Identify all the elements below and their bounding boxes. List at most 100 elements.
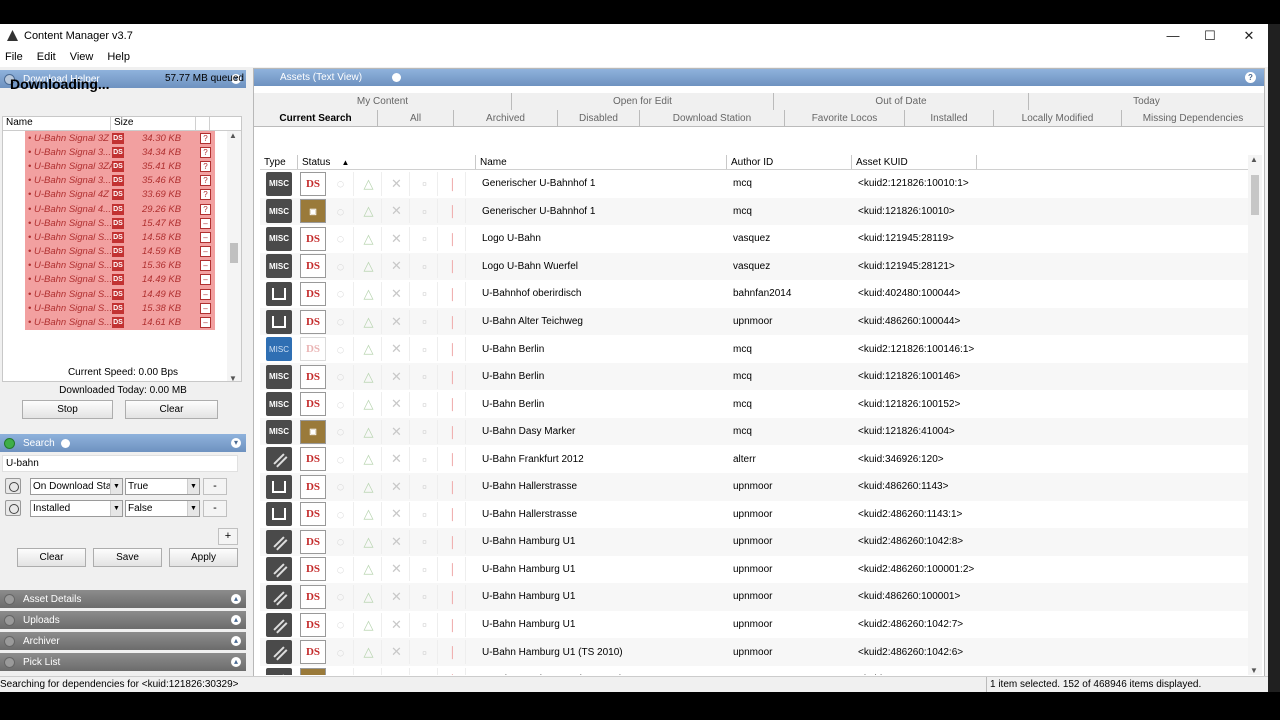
menu-help[interactable]: Help bbox=[107, 51, 130, 63]
tab-installed[interactable]: Installed bbox=[905, 110, 994, 126]
scroll-down-icon[interactable]: ▼ bbox=[1250, 666, 1258, 675]
minimize-button[interactable]: — bbox=[1154, 24, 1192, 47]
menu-view[interactable]: View bbox=[70, 51, 94, 63]
download-item[interactable]: • U-Bahn Signal S... DS 14.59 KB – bbox=[25, 244, 215, 259]
asset-name: U-Bahn Hallerstrasse bbox=[482, 481, 578, 493]
download-item[interactable]: • U-Bahn Signal 4... DS 29.26 KB? bbox=[25, 201, 215, 217]
clear-download-button[interactable]: Clear bbox=[125, 400, 218, 419]
remove-filter-button[interactable]: - bbox=[203, 500, 227, 517]
tab-download-station[interactable]: Download Station bbox=[640, 110, 785, 126]
tab-my-content[interactable]: My Content bbox=[254, 93, 512, 110]
asset-row[interactable]: DS ◌ △ ✕ ▫ ❘ U-Bahn Hamburg U1 upnmoor <kuid2:48… bbox=[260, 528, 1250, 556]
search-header[interactable]: Search ▾ bbox=[0, 434, 246, 452]
asset-row[interactable]: DS ◌ △ ✕ ▫ ❘ U-Bahnhof oberirdisch bahnfan2014 <… bbox=[260, 280, 1250, 308]
asset-row[interactable]: MISC DS ◌ △ ✕ ▫ ❘ Generischer U-Bahnhof 1 mcq <ku… bbox=[260, 170, 1250, 198]
uploads-header[interactable]: Uploads ▴ bbox=[0, 611, 246, 629]
apply-search-button[interactable]: Apply bbox=[169, 548, 238, 567]
asset-row[interactable]: DS ◌ △ ✕ ▫ ❘ U-Bahn Alter Teichweg upnmoor <kuid… bbox=[260, 307, 1250, 336]
expand-icon[interactable]: ▴ bbox=[231, 636, 241, 646]
download-item[interactable]: • U-Bahn Signal S... DS 14.61 KB – bbox=[25, 315, 215, 330]
save-search-button[interactable]: Save bbox=[93, 548, 162, 567]
filter-field-select[interactable]: Installed ▼ bbox=[30, 500, 123, 517]
expand-icon[interactable]: ▴ bbox=[231, 594, 241, 604]
tab-missing-dependencies[interactable]: Missing Dependencies bbox=[1122, 110, 1264, 126]
filter-field-select[interactable]: On Download Stati ▼ bbox=[30, 478, 123, 495]
asset-row[interactable]: DS ◌ △ ✕ ▫ ❘ U-Bahn Hamburg U1 upnmoor <kuid2:48… bbox=[260, 611, 1250, 639]
asset-row[interactable]: DS ◌ △ ✕ ▫ ❘ U-Bahn Hallerstrasse upnmoor <kuid:… bbox=[260, 473, 1250, 501]
filter-value-select[interactable]: False ▼ bbox=[125, 500, 200, 517]
help-icon[interactable]: ? bbox=[1245, 72, 1256, 83]
archiver-header[interactable]: Archiver ▴ bbox=[0, 632, 246, 650]
download-item[interactable]: • U-Bahn Signal S... DS 14.49 KB – bbox=[25, 272, 215, 288]
column-kuid[interactable]: Asset KUID bbox=[852, 155, 977, 169]
asset-row[interactable]: MISC DS ◌ △ ✕ ▫ ❘ U-Bahn Berlin mcq <kuid2:121826… bbox=[260, 335, 1250, 363]
filter-toggle-icon[interactable] bbox=[5, 478, 21, 494]
expand-icon[interactable]: ▴ bbox=[231, 657, 241, 667]
download-item-name: • U-Bahn Signal 4... bbox=[28, 203, 112, 215]
column-name[interactable]: Name bbox=[476, 155, 727, 169]
tab-disabled[interactable]: Disabled bbox=[558, 110, 640, 126]
download-queue-list[interactable]: Name Size • U-Bahn Signal 3Z DS 34.30 KB? •… bbox=[2, 116, 242, 382]
menu-file[interactable]: File bbox=[5, 51, 23, 63]
asset-row[interactable]: MISC DS ◌ △ ✕ ▫ ❘ U-Bahn Berlin mcq <kuid:121826:… bbox=[260, 362, 1250, 391]
scroll-up-icon[interactable]: ▲ bbox=[1250, 155, 1258, 164]
remove-filter-button[interactable]: - bbox=[203, 478, 227, 495]
asset-row[interactable]: MISC ▣ ◌ △ ✕ ▫ ❘ U-Bahn Dasy Marker mcq <kuid:121… bbox=[260, 417, 1250, 446]
clear-search-button[interactable]: Clear bbox=[17, 548, 86, 567]
download-item[interactable]: • U-Bahn Signal S... DS 15.47 KB – bbox=[25, 216, 215, 231]
asset-scrollbar[interactable]: ▲ ▼ bbox=[1248, 155, 1262, 675]
download-item[interactable]: • U-Bahn Signal S... DS 14.49 KB – bbox=[25, 287, 215, 302]
collapse-icon[interactable]: ▾ bbox=[231, 438, 241, 448]
asset-details-header[interactable]: Asset Details ▴ bbox=[0, 590, 246, 608]
column-type[interactable]: Type bbox=[260, 155, 298, 169]
close-button[interactable]: ✕ bbox=[1230, 24, 1268, 47]
stop-button[interactable]: Stop bbox=[22, 400, 113, 419]
download-item[interactable]: • U-Bahn Signal 3... DS 35.46 KB? bbox=[25, 173, 215, 188]
tab-current-search[interactable]: Current Search bbox=[254, 110, 378, 126]
asset-row[interactable]: DS ◌ △ ✕ ▫ ❘ U-Bahn Hamburg U1 upnmoor <kuid2:48… bbox=[260, 556, 1250, 584]
scroll-up-icon[interactable]: ▲ bbox=[229, 131, 237, 140]
add-filter-button[interactable]: + bbox=[218, 528, 238, 545]
asset-row[interactable]: DS ◌ △ ✕ ▫ ❘ U-Bahn Hallerstrasse upnmoor <kuid2… bbox=[260, 501, 1250, 529]
asset-row[interactable]: DS ◌ △ ✕ ▫ ❘ U-Bahn Frankfurt 2012 alterr <kuid:… bbox=[260, 445, 1250, 473]
column-name[interactable]: Name bbox=[3, 117, 111, 130]
pin-icon[interactable] bbox=[60, 438, 70, 448]
filter-value-select[interactable]: True ▼ bbox=[125, 478, 200, 495]
tab-all[interactable]: All bbox=[378, 110, 454, 126]
asset-row[interactable]: MISC ▣ ◌ △ ✕ ▫ ❘ Generischer U-Bahnhof 1 mcq <kui… bbox=[260, 197, 1250, 226]
menu-edit[interactable]: Edit bbox=[37, 51, 56, 63]
tab-archived[interactable]: Archived bbox=[454, 110, 558, 126]
asset-row[interactable]: DS ◌ △ ✕ ▫ ❘ U-Bahn Hamburg U1 upnmoor <kuid:486… bbox=[260, 583, 1250, 611]
asset-row[interactable]: ▣◌△✕▫❘ U-Bahn Hamburg U1 (TS 2010)upnmoor… bbox=[260, 666, 1250, 675]
expand-icon[interactable]: ▴ bbox=[231, 615, 241, 625]
asset-kuid: <kuid:121826:100152> bbox=[858, 398, 961, 410]
scroll-thumb[interactable] bbox=[230, 243, 238, 263]
asset-row[interactable]: MISC DS ◌ △ ✕ ▫ ❘ U-Bahn Berlin mcq <kuid:121826:… bbox=[260, 390, 1250, 418]
column-status[interactable]: Status ▲ bbox=[298, 155, 476, 169]
download-item[interactable]: • U-Bahn Signal 3ZA DS 35.41 KB? bbox=[25, 159, 215, 174]
scroll-thumb[interactable] bbox=[1251, 175, 1259, 215]
column-size[interactable]: Size bbox=[111, 117, 196, 130]
search-input[interactable]: U-bahn bbox=[2, 455, 238, 472]
asset-row[interactable]: MISC DS ◌ △ ✕ ▫ ❘ Logo U-Bahn Wuerfel vasquez <ku… bbox=[260, 252, 1250, 281]
download-item[interactable]: • U-Bahn Signal 4Z DS 33.69 KB? bbox=[25, 187, 215, 202]
download-item[interactable]: • U-Bahn Signal S... DS 14.58 KB – bbox=[25, 230, 215, 245]
download-item[interactable]: • U-Bahn Signal S... DS 15.36 KB – bbox=[25, 258, 215, 273]
asset-list[interactable]: Type Status ▲ Name Author ID Asset KUID … bbox=[260, 155, 1250, 675]
asset-row[interactable]: MISC DS ◌ △ ✕ ▫ ❘ Logo U-Bahn vasquez <kuid:12194… bbox=[260, 225, 1250, 253]
maximize-button[interactable]: ☐ bbox=[1191, 24, 1229, 47]
tab-favorite-locos[interactable]: Favorite Locos bbox=[785, 110, 905, 126]
tab-today[interactable]: Today bbox=[1029, 93, 1264, 110]
pin-icon[interactable] bbox=[392, 73, 402, 82]
tab-open-for-edit[interactable]: Open for Edit bbox=[512, 93, 774, 110]
download-item[interactable]: • U-Bahn Signal S... DS 15.38 KB – bbox=[25, 301, 215, 316]
download-scrollbar[interactable]: ▲ ▼ bbox=[227, 131, 241, 381]
tab-out-of-date[interactable]: Out of Date bbox=[774, 93, 1029, 110]
asset-row[interactable]: DS ◌ △ ✕ ▫ ❘ U-Bahn Hamburg U1 (TS 2010) upnmoo… bbox=[260, 638, 1250, 666]
download-item[interactable]: • U-Bahn Signal 3Z DS 34.30 KB? bbox=[25, 131, 215, 146]
pick-list-header[interactable]: Pick List ▴ bbox=[0, 653, 246, 671]
filter-toggle-icon[interactable] bbox=[5, 500, 21, 516]
column-author[interactable]: Author ID bbox=[727, 155, 852, 169]
tab-locally-modified[interactable]: Locally Modified bbox=[994, 110, 1122, 126]
download-item[interactable]: • U-Bahn Signal 3... DS 34.34 KB? bbox=[25, 145, 215, 160]
